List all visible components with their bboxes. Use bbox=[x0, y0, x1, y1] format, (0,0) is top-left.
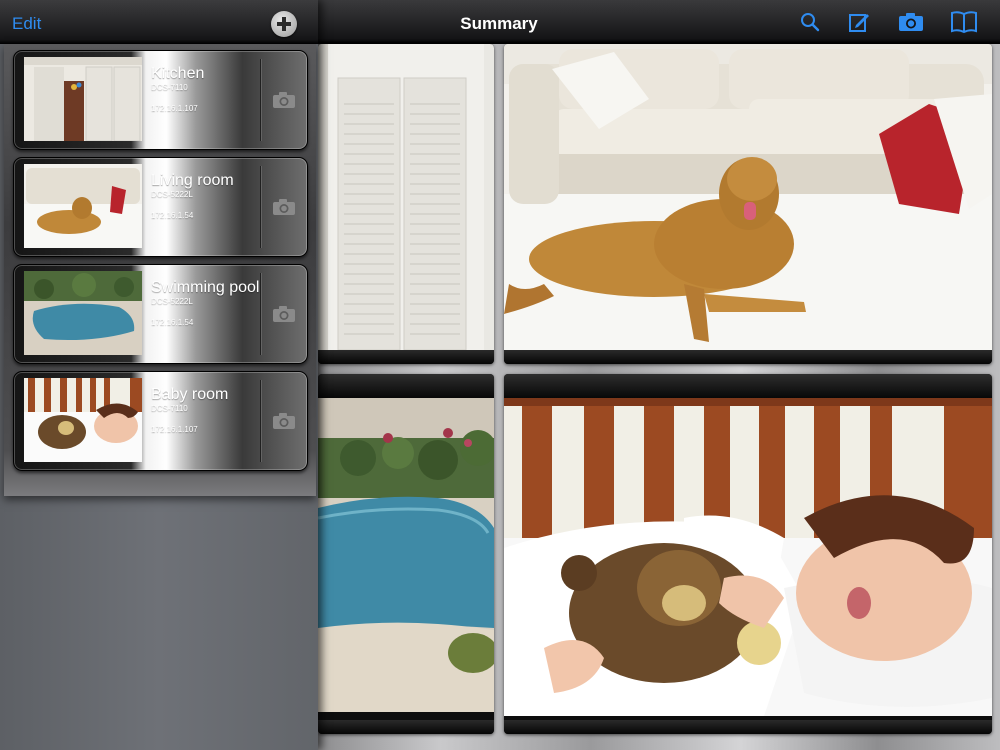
camera-thumbnail bbox=[24, 271, 142, 355]
camera-list-item[interactable]: Swimming pool DCS-5222L 172.16.1.54 bbox=[13, 264, 308, 364]
divider bbox=[260, 380, 261, 462]
camera-thumbnail bbox=[24, 164, 142, 248]
snapshot-camera-icon[interactable] bbox=[272, 91, 296, 109]
camera-list: Kitchen DCS-7110 172.16.1.107 Living roo… bbox=[4, 44, 316, 496]
divider bbox=[260, 273, 261, 355]
camera-feed-image bbox=[504, 398, 992, 716]
divider bbox=[260, 166, 261, 248]
plus-circle-icon[interactable] bbox=[271, 11, 297, 37]
tile-footer bbox=[504, 350, 992, 364]
snapshot-camera-icon[interactable] bbox=[272, 412, 296, 430]
edit-button[interactable]: Edit bbox=[12, 14, 41, 34]
camera-sidebar: Edit Kitchen DCS-7110 172.16.1.107 Livin… bbox=[0, 0, 318, 750]
camera-model: DCS-7110 bbox=[151, 404, 188, 413]
book-icon[interactable] bbox=[949, 9, 979, 35]
camera-model: DCS-5222L bbox=[151, 297, 193, 306]
tile-footer bbox=[318, 720, 494, 734]
tile-header bbox=[318, 374, 494, 398]
page-title: Summary bbox=[460, 14, 538, 33]
camera-icon[interactable] bbox=[896, 9, 926, 35]
camera-ip: 172.16.1.54 bbox=[151, 211, 194, 220]
sidebar-header: Edit bbox=[0, 0, 318, 44]
camera-ip: 172.16.1.107 bbox=[151, 104, 198, 113]
camera-name: Baby room bbox=[151, 386, 229, 403]
camera-view-swimming-pool[interactable] bbox=[318, 374, 494, 734]
camera-feed-image bbox=[504, 44, 992, 350]
camera-name: Swimming pool bbox=[151, 279, 260, 296]
tile-footer bbox=[504, 720, 992, 734]
camera-thumbnail bbox=[24, 57, 142, 141]
camera-ip: 172.16.1.54 bbox=[151, 318, 194, 327]
divider bbox=[260, 59, 261, 141]
tile-footer bbox=[318, 350, 494, 364]
tile-header bbox=[504, 374, 992, 398]
camera-list-item[interactable]: Kitchen DCS-7110 172.16.1.107 bbox=[13, 50, 308, 150]
camera-feed-image bbox=[318, 44, 494, 350]
summary-view: Summary bbox=[318, 0, 1000, 750]
camera-name: Living room bbox=[151, 172, 234, 189]
snapshot-camera-icon[interactable] bbox=[272, 198, 296, 216]
camera-list-item[interactable]: Living room DCS-5222L 172.16.1.54 bbox=[13, 157, 308, 257]
camera-thumbnail bbox=[24, 378, 142, 462]
camera-ip: 172.16.1.107 bbox=[151, 425, 198, 434]
top-toolbar: Summary bbox=[318, 0, 1000, 44]
camera-name: Kitchen bbox=[151, 65, 205, 82]
snapshot-camera-icon[interactable] bbox=[272, 305, 296, 323]
camera-view-kitchen[interactable] bbox=[318, 44, 494, 364]
camera-view-living-room[interactable] bbox=[504, 44, 992, 364]
edit-icon[interactable] bbox=[844, 9, 874, 35]
camera-feed-image bbox=[318, 398, 494, 712]
camera-view-baby-room[interactable] bbox=[504, 374, 992, 734]
camera-list-item[interactable]: Baby room DCS-7110 172.16.1.107 bbox=[13, 371, 308, 471]
camera-model: DCS-7110 bbox=[151, 83, 188, 92]
camera-model: DCS-5222L bbox=[151, 190, 193, 199]
search-icon[interactable] bbox=[795, 9, 825, 35]
